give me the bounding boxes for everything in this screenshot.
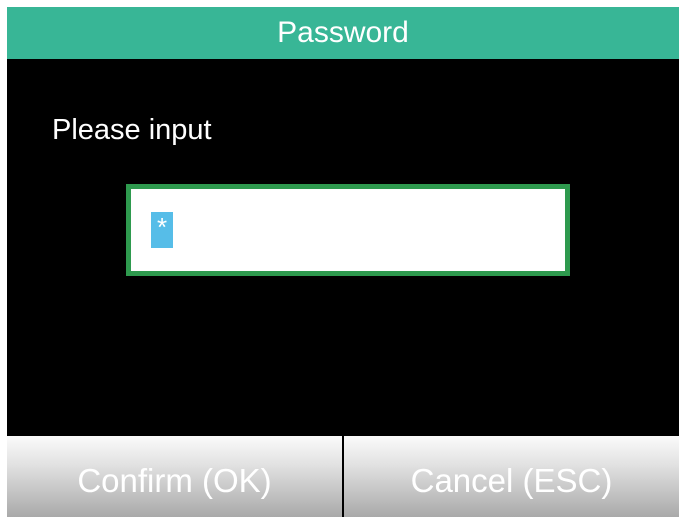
password-dialog: Password Please input * Confirm (OK) Can… [7,7,679,517]
password-input[interactable]: * [126,184,570,276]
password-masked-value: * [151,212,173,248]
cancel-button[interactable]: Cancel (ESC) [344,436,679,517]
dialog-title: Password [7,7,679,59]
input-prompt: Please input [52,114,212,146]
confirm-button[interactable]: Confirm (OK) [7,436,342,517]
dialog-footer: Confirm (OK) Cancel (ESC) [7,436,679,517]
